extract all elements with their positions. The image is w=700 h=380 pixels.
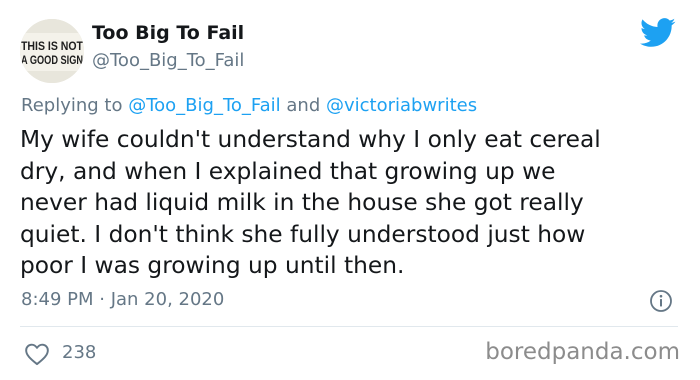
tweet-text-line: never had liquid milk in the house she g… <box>20 189 584 216</box>
tweet-text: My wife couldn't understand why I only e… <box>20 124 690 282</box>
tweet-card: THIS IS NOT A GOOD SIGN Too Big To Fail … <box>0 0 700 380</box>
reply-context: Replying to @Too_Big_To_Fail and @victor… <box>21 94 477 118</box>
reply-mention-link[interactable]: @victoriabwrites <box>326 95 477 116</box>
sign-avatar-icon: THIS IS NOT A GOOD SIGN <box>20 19 84 83</box>
user-handle[interactable]: @Too_Big_To_Fail <box>92 50 244 72</box>
reply-prefix: Replying to <box>21 95 123 116</box>
avatar-text-line1: THIS IS NOT <box>21 41 83 53</box>
like-count: 238 <box>62 342 97 363</box>
info-icon[interactable] <box>649 289 673 313</box>
reply-mention-link[interactable]: @Too_Big_To_Fail <box>128 95 280 116</box>
tweet-text-line: poor I was growing up until then. <box>20 252 405 279</box>
heart-icon[interactable] <box>24 342 50 366</box>
tweet-text-line: My wife couldn't understand why I only e… <box>20 126 601 153</box>
twitter-bird-icon[interactable] <box>640 18 676 48</box>
avatar-text-line2: A GOOD SIGN <box>21 55 83 67</box>
divider <box>20 326 678 327</box>
avatar[interactable]: THIS IS NOT A GOOD SIGN <box>20 19 84 83</box>
reply-and-text: and <box>286 95 321 116</box>
tweet-text-line: dry, and when I explained that growing u… <box>20 157 556 185</box>
tweet-timestamp[interactable]: 8:49 PM · Jan 20, 2020 <box>21 289 224 311</box>
watermark: boredpanda.com <box>485 339 680 365</box>
display-name[interactable]: Too Big To Fail <box>92 21 244 45</box>
tweet-text-line: quiet. I don't think she fully understoo… <box>20 220 586 248</box>
